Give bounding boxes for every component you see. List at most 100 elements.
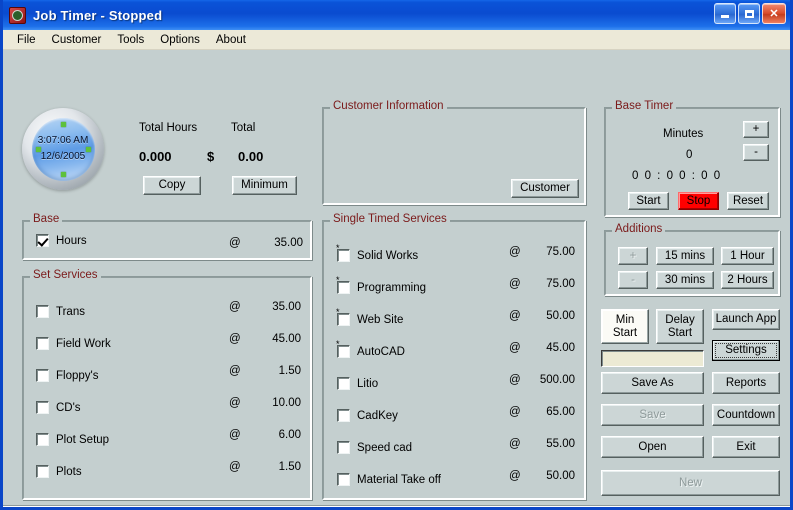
label-programming: Programming <box>357 281 427 294</box>
menu-item-about[interactable]: About <box>208 32 254 48</box>
minimize-icon <box>721 15 729 18</box>
timed-service-row[interactable]: Speed cad <box>337 441 412 454</box>
checkbox-autocad[interactable] <box>337 345 350 358</box>
rate-cds: 10.00 <box>272 397 301 409</box>
timed-service-row[interactable]: Material Take off <box>337 473 441 486</box>
base-row-hours[interactable]: Hours <box>36 234 87 247</box>
base-group-title: Base <box>30 213 63 225</box>
delay-start-button[interactable]: Delay Start <box>656 309 704 344</box>
checkbox-solid-works[interactable] <box>337 249 350 262</box>
save-button[interactable]: Save <box>601 404 704 426</box>
checkbox-web-site[interactable] <box>337 313 350 326</box>
reports-button[interactable]: Reports <box>712 372 780 394</box>
checkbox-trans[interactable] <box>36 305 49 318</box>
settings-label: Settings <box>725 344 767 357</box>
additions-plus-button[interactable]: + <box>618 247 648 265</box>
checkbox-cds[interactable] <box>36 401 49 414</box>
timed-service-row[interactable]: Web Site <box>337 313 403 326</box>
timed-service-row[interactable]: AutoCAD <box>337 345 405 358</box>
set-service-row[interactable]: Plots <box>36 465 82 478</box>
set-services-group: Set Services Trans @ 35.00 Field Work @ … <box>22 269 312 500</box>
client-area: 3:07:06 AM 12/6/2005 Total Hours Total 0… <box>3 50 790 507</box>
add-30-mins-button[interactable]: 30 mins <box>656 271 714 289</box>
window-title: Job Timer - Stopped <box>33 8 162 23</box>
clock-tick-6-icon <box>60 171 66 177</box>
checkbox-hours[interactable] <box>36 234 49 247</box>
label-material-take-off: Material Take off <box>357 473 441 486</box>
launch-app-button[interactable]: Launch App <box>712 309 780 330</box>
at-symbol-web-site: @ <box>509 310 521 322</box>
status-text-field[interactable] <box>601 350 704 367</box>
add-15-mins-button[interactable]: 15 mins <box>656 247 714 265</box>
set-service-row[interactable]: CD's <box>36 401 81 414</box>
copy-button[interactable]: Copy <box>143 176 201 195</box>
additions-minus-button[interactable]: - <box>618 271 648 289</box>
clock-time: 3:07:06 AM <box>37 135 89 146</box>
checkbox-speed-cad[interactable] <box>337 441 350 454</box>
customer-information-title: Customer Information <box>330 100 447 112</box>
at-symbol-plots: @ <box>229 461 241 473</box>
checkbox-cadkey[interactable] <box>337 409 350 422</box>
clock-tick-9-icon <box>35 146 41 152</box>
base-timer-minus-button[interactable]: - <box>743 144 769 161</box>
countdown-button[interactable]: Countdown <box>712 404 780 426</box>
close-button[interactable]: ✕ <box>762 3 786 24</box>
checkbox-floppys[interactable] <box>36 369 49 382</box>
timed-service-row[interactable]: CadKey <box>337 409 398 422</box>
menu-item-tools[interactable]: Tools <box>109 32 152 48</box>
status-separator <box>3 505 790 507</box>
set-service-row[interactable]: Plot Setup <box>36 433 109 446</box>
at-symbol-field-work: @ <box>229 333 241 345</box>
open-button[interactable]: Open <box>601 436 704 458</box>
set-service-row[interactable]: Field Work <box>36 337 111 350</box>
rate-plot-setup: 6.00 <box>278 429 301 441</box>
minimize-button[interactable] <box>714 3 736 24</box>
checkbox-field-work[interactable] <box>36 337 49 350</box>
start-button[interactable]: Start <box>628 192 669 210</box>
single-timed-services-title: Single Timed Services <box>330 213 450 225</box>
checkbox-programming[interactable] <box>337 281 350 294</box>
label-cds: CD's <box>56 401 81 414</box>
minimum-button[interactable]: Minimum <box>232 176 297 195</box>
checkbox-plots[interactable] <box>36 465 49 478</box>
maximize-button[interactable] <box>738 3 760 24</box>
window-title-main: Job Timer <box>33 7 97 23</box>
checkbox-plot-setup[interactable] <box>36 433 49 446</box>
base-timer-plus-button[interactable]: + <box>743 121 769 138</box>
stop-button[interactable]: Stop <box>678 192 719 210</box>
window-controls: ✕ <box>714 3 786 24</box>
minutes-value: 0 <box>686 149 693 161</box>
set-service-row[interactable]: Floppy's <box>36 369 98 382</box>
additions-title: Additions <box>612 223 666 235</box>
checkbox-material-take-off[interactable] <box>337 473 350 486</box>
rate-plots: 1.50 <box>278 461 301 473</box>
add-1-hour-button[interactable]: 1 Hour <box>721 247 774 265</box>
timed-service-row[interactable]: Litio <box>337 377 378 390</box>
menu-item-options[interactable]: Options <box>152 32 208 48</box>
save-as-button[interactable]: Save As <box>601 372 704 394</box>
at-symbol-floppys: @ <box>229 365 241 377</box>
add-2-hours-button[interactable]: 2 Hours <box>721 271 774 289</box>
new-button[interactable]: New <box>601 470 780 496</box>
menu-item-customer[interactable]: Customer <box>44 32 110 48</box>
base-group: Base Hours @ 35.00 <box>22 213 312 260</box>
rate-hours: 35.00 <box>274 237 303 249</box>
exit-button[interactable]: Exit <box>712 436 780 458</box>
timed-service-row[interactable]: Programming <box>337 281 426 294</box>
at-symbol-trans: @ <box>229 301 241 313</box>
timed-service-row[interactable]: Solid Works <box>337 249 418 262</box>
at-symbol-hours: @ <box>229 237 241 249</box>
customer-button[interactable]: Customer <box>511 179 579 198</box>
menu-item-file[interactable]: File <box>9 32 44 48</box>
checkbox-litio[interactable] <box>337 377 350 390</box>
min-start-button[interactable]: Min Start <box>601 309 649 344</box>
currency-symbol: $ <box>207 149 215 164</box>
reset-button[interactable]: Reset <box>727 192 769 210</box>
single-timed-services-group: Single Timed Services * Solid Works @ 75… <box>322 213 586 500</box>
rate-autocad: 45.00 <box>546 342 575 354</box>
set-service-row[interactable]: Trans <box>36 305 85 318</box>
settings-button[interactable]: Settings <box>712 340 780 361</box>
rate-cadkey: 65.00 <box>546 406 575 418</box>
rate-programming: 75.00 <box>546 278 575 290</box>
rate-litio: 500.00 <box>539 374 575 386</box>
